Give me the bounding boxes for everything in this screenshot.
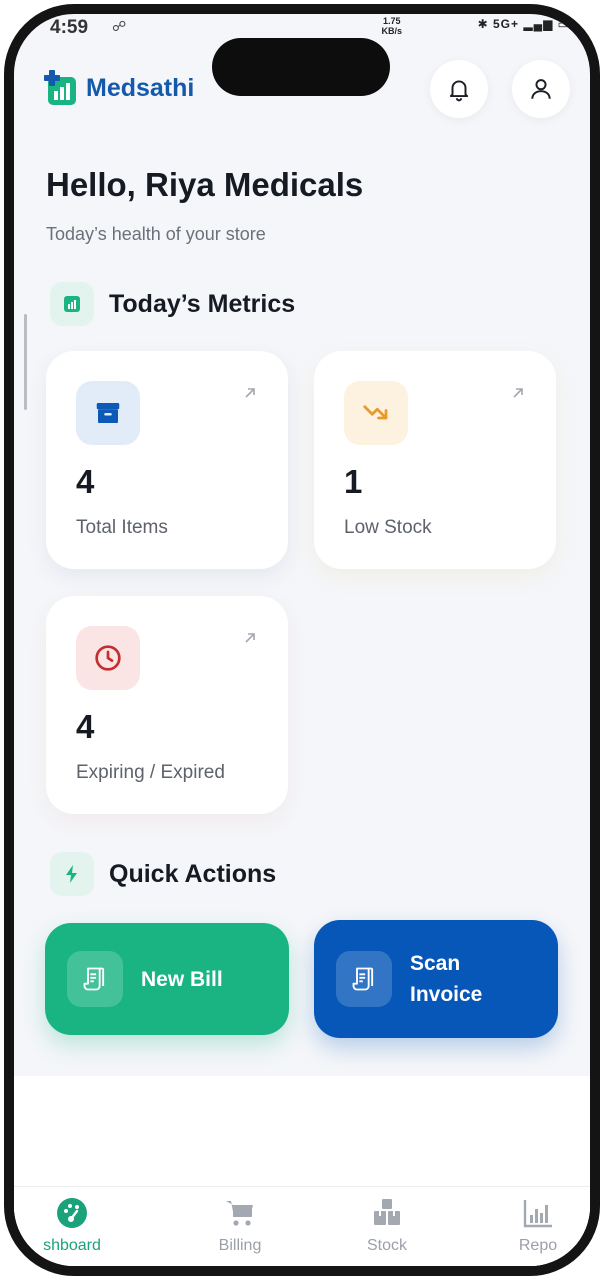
greeting-title: Hello, Riya Medicals [46,166,364,203]
metrics-section-header: Today’s Metrics [50,282,295,326]
cart-icon [226,1201,253,1226]
scan-invoice-label: Scan Invoice [410,948,482,1010]
arrow-up-right-icon [245,388,255,398]
bottom-navigation: shboard Billing Stock Repo [14,1186,590,1266]
metric-value: 1 [344,463,363,500]
phone-frame: 4:59 ☍ 1.75 KB/s ✱ 5G+ ▂▄▆ ▭ Medsathi He… [4,4,600,1276]
receipt-icon [352,967,374,991]
link-icon: ☍ [112,18,127,34]
metric-label: Expiring / Expired [76,762,225,783]
scan-invoice-label-line1: Scan [410,952,461,975]
scan-invoice-label-line2: Invoice [410,983,483,1006]
camera-notch [212,38,390,96]
quick-actions-section-title: Quick Actions [109,859,277,888]
battery-icon: ▭ [557,17,570,31]
signal-icon: ▂▄▆ [523,17,554,31]
metric-icon-container [76,381,140,445]
network-speed-value: 1.75 [382,16,401,26]
user-icon [531,79,551,99]
metric-value: 4 [76,708,95,745]
scan-invoice-icon-container [336,951,392,1007]
scroll-indicator[interactable] [24,314,27,410]
bluetooth-icon: ✱ [477,17,489,31]
metric-card-expiring[interactable]: 4 Expiring / Expired [46,596,288,814]
app-logo: Medsathi [44,69,194,107]
nav-label: Stock [366,1237,407,1254]
quick-actions-section-header: Quick Actions [50,852,276,896]
nav-label: Billing [218,1237,262,1254]
boxes-icon [374,1199,400,1225]
network-speed: 1.75 KB/s [381,16,402,36]
bell-icon [449,80,469,102]
clock-icon [95,645,121,671]
new-bill-icon-container [67,951,123,1007]
archive-box-icon [96,403,120,423]
dashboard-icon [57,1198,87,1228]
metric-icon-container [344,381,408,445]
bar-chart-icon [523,1200,552,1228]
metric-card-total-items[interactable]: 4 Total Items [46,351,288,569]
lightning-icon [66,865,77,883]
app-name: Medsathi [86,73,195,102]
metrics-section-icon [50,282,94,326]
medsathi-logo-icon [44,70,76,105]
arrow-up-right-icon [513,388,523,398]
metric-label: Low Stock [344,517,432,538]
chart-icon [64,296,80,312]
nav-label: shboard [43,1237,101,1254]
notifications-button[interactable] [430,60,488,118]
nav-label: Repo [518,1237,558,1254]
metric-value: 4 [76,463,95,500]
metrics-section-title: Today’s Metrics [109,289,296,318]
trending-down-icon [363,405,388,420]
network-speed-unit: KB/s [381,26,402,36]
arrow-up-right-icon [245,633,255,643]
metric-card-low-stock[interactable]: 1 Low Stock [314,351,556,569]
scan-invoice-button[interactable]: Scan Invoice [314,920,558,1038]
profile-button[interactable] [512,60,570,118]
metric-icon-container [76,626,140,690]
receipt-icon [83,967,105,991]
quick-actions-section-icon [50,852,94,896]
network-type: 5G+ [492,17,519,31]
status-time: 4:59 [50,17,89,38]
new-bill-label: New Bill [141,967,223,991]
metric-label: Total Items [76,517,168,538]
new-bill-button[interactable]: New Bill [45,923,289,1035]
greeting-subtitle: Today’s health of your store [46,224,266,244]
status-icons: ✱ 5G+ ▂▄▆ ▭ [478,17,570,31]
